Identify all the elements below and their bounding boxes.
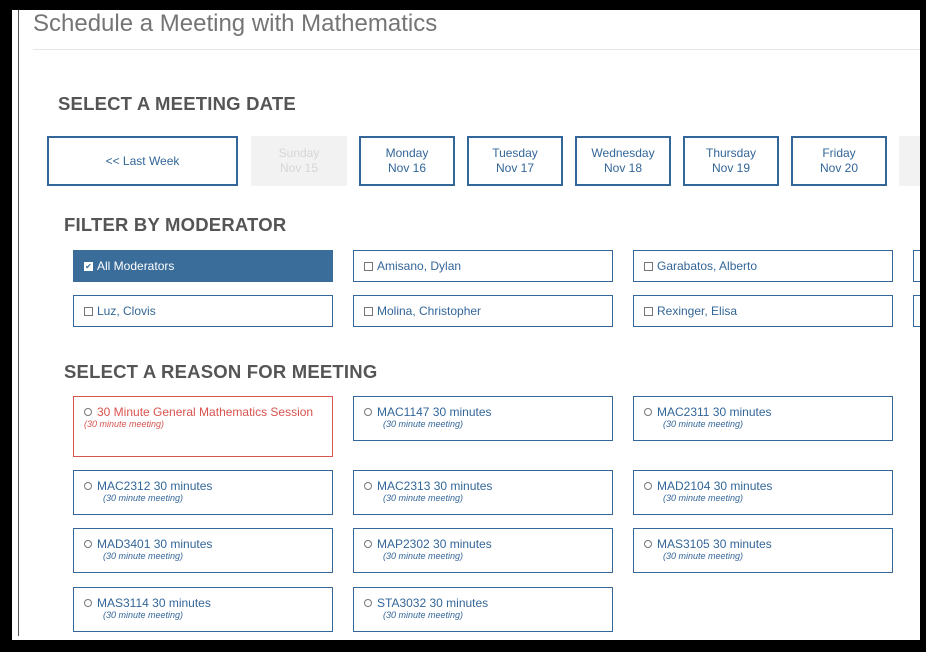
date-date: Nov 19 xyxy=(711,161,751,175)
reason-duration: (30 minute meeting) xyxy=(383,551,464,561)
radio-icon xyxy=(364,599,372,607)
reason-mac1147[interactable]: MAC1147 30 minutes (30 minute meeting) xyxy=(353,396,613,441)
checkbox-icon xyxy=(84,306,93,316)
reason-duration: (30 minute meeting) xyxy=(663,419,744,429)
moderator-garabatos[interactable]: Garabatos, Alberto xyxy=(633,250,893,282)
date-date: Nov 16 xyxy=(387,161,427,175)
date-date: Nov 18 xyxy=(603,161,643,175)
moderator-label: All Moderators xyxy=(97,259,175,273)
radio-icon xyxy=(84,482,92,490)
date-day: Tuesday xyxy=(492,146,538,160)
moderator-all[interactable]: ✔ All Moderators xyxy=(73,250,333,282)
moderator-label: Luz, Clovis xyxy=(97,304,156,318)
reason-duration: (30 minute meeting) xyxy=(663,551,744,561)
reason-label: MAC1147 30 minutes xyxy=(377,405,492,419)
reason-label: MAD3401 30 minutes xyxy=(97,537,213,551)
moderator-rexinger[interactable]: Rexinger, Elisa xyxy=(633,295,893,327)
reason-mac2313[interactable]: MAC2313 30 minutes (30 minute meeting) xyxy=(353,470,613,515)
reason-label: MAS3105 30 minutes xyxy=(657,537,772,551)
radio-icon xyxy=(644,408,652,416)
checkbox-icon xyxy=(644,261,653,271)
date-button-tuesday[interactable]: Tuesday Nov 17 xyxy=(467,136,563,186)
last-week-label: << Last Week xyxy=(105,153,180,168)
reason-duration: (30 minute meeting) xyxy=(663,493,744,503)
moderator-label: Amisano, Dylan xyxy=(377,259,462,273)
reason-label: MAD2104 30 minutes xyxy=(657,479,773,493)
moderator-label: Rexinger, Elisa xyxy=(657,304,738,318)
reason-label: STA3032 30 minutes xyxy=(377,596,489,610)
reason-mac2312[interactable]: MAC2312 30 minutes (30 minute meeting) xyxy=(73,470,333,515)
section-heading-date: SELECT A MEETING DATE xyxy=(58,93,296,114)
date-day: Wednesday xyxy=(591,146,655,160)
date-button-sunday: Sunday Nov 15 xyxy=(251,136,347,186)
reason-duration: (30 minute meeting) xyxy=(103,493,184,503)
bottom-frame-edge xyxy=(0,640,926,652)
moderator-label: Molina, Christopher xyxy=(377,304,482,318)
title-divider xyxy=(33,49,923,50)
reason-duration: (30 minute meeting) xyxy=(84,419,165,429)
date-date: Nov 20 xyxy=(819,161,859,175)
checkbox-icon xyxy=(364,261,373,271)
reason-label: 30 Minute General Mathematics Session xyxy=(97,405,314,419)
radio-icon xyxy=(84,540,92,548)
checkbox-icon xyxy=(364,306,373,316)
reason-duration: (30 minute meeting) xyxy=(383,610,464,620)
reason-label: MAP2302 30 minutes xyxy=(377,537,492,551)
moderator-amisano[interactable]: Amisano, Dylan xyxy=(353,250,613,282)
reason-mac2311[interactable]: MAC2311 30 minutes (30 minute meeting) xyxy=(633,396,893,441)
frame-divider xyxy=(18,10,19,636)
radio-icon xyxy=(644,482,652,490)
date-day: Friday xyxy=(822,146,856,160)
reason-general-math[interactable]: 30 Minute General Mathematics Session (3… xyxy=(73,396,333,457)
radio-icon xyxy=(364,408,372,416)
last-week-button[interactable]: << Last Week xyxy=(47,136,238,186)
reason-mad2104[interactable]: MAD2104 30 minutes (30 minute meeting) xyxy=(633,470,893,515)
moderator-molina[interactable]: Molina, Christopher xyxy=(353,295,613,327)
date-button-wednesday[interactable]: Wednesday Nov 18 xyxy=(575,136,671,186)
reason-label: MAC2312 30 minutes xyxy=(97,479,213,493)
radio-icon xyxy=(364,540,372,548)
radio-icon xyxy=(364,482,372,490)
date-button-friday[interactable]: Friday Nov 20 xyxy=(791,136,887,186)
section-heading-reason: SELECT A REASON FOR MEETING xyxy=(64,361,378,382)
date-button-monday[interactable]: Monday Nov 16 xyxy=(359,136,455,186)
reason-label: MAC2313 30 minutes xyxy=(377,479,493,493)
reason-duration: (30 minute meeting) xyxy=(383,419,464,429)
right-frame-edge xyxy=(920,0,926,652)
radio-icon xyxy=(644,540,652,548)
radio-icon xyxy=(84,408,92,416)
reason-label: MAC2311 30 minutes xyxy=(657,405,772,419)
reason-mas3114[interactable]: MAS3114 30 minutes (30 minute meeting) xyxy=(73,587,333,632)
date-day: Monday xyxy=(385,146,429,160)
reason-duration: (30 minute meeting) xyxy=(103,610,184,620)
date-button-thursday[interactable]: Thursday Nov 19 xyxy=(683,136,779,186)
reason-duration: (30 minute meeting) xyxy=(103,551,184,561)
section-heading-moderator: FILTER BY MODERATOR xyxy=(64,214,287,235)
page-title: Schedule a Meeting with Mathematics xyxy=(33,10,438,37)
reason-mas3105[interactable]: MAS3105 30 minutes (30 minute meeting) xyxy=(633,528,893,573)
reason-sta3032[interactable]: STA3032 30 minutes (30 minute meeting) xyxy=(353,587,613,632)
moderator-luz[interactable]: Luz, Clovis xyxy=(73,295,333,327)
moderator-label: Garabatos, Alberto xyxy=(657,259,758,273)
checkbox-checked-icon: ✔ xyxy=(84,261,93,271)
reason-duration: (30 minute meeting) xyxy=(383,493,464,503)
date-date: Nov 15 xyxy=(279,161,319,175)
reason-label: MAS3114 30 minutes xyxy=(97,596,211,610)
reason-map2302[interactable]: MAP2302 30 minutes (30 minute meeting) xyxy=(353,528,613,573)
date-day: Thursday xyxy=(705,146,757,160)
reason-mad3401[interactable]: MAD3401 30 minutes (30 minute meeting) xyxy=(73,528,333,573)
checkbox-icon xyxy=(644,306,653,316)
date-day: Sunday xyxy=(278,146,320,160)
radio-icon xyxy=(84,599,92,607)
date-date: Nov 17 xyxy=(495,161,535,175)
